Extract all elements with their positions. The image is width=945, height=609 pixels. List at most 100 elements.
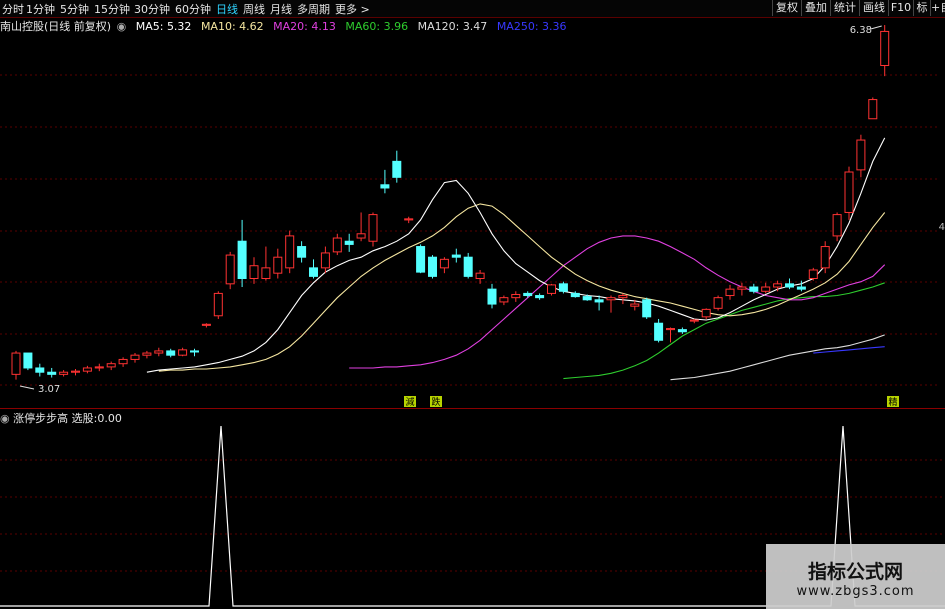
candle-body bbox=[558, 283, 568, 292]
ma60-line bbox=[563, 282, 885, 380]
candle-body bbox=[463, 256, 473, 277]
candle-body bbox=[618, 295, 628, 299]
overlay-button[interactable]: 叠加 bbox=[801, 0, 830, 16]
candle-body bbox=[285, 235, 295, 269]
tab-period-2[interactable]: 5分钟 bbox=[60, 1, 89, 17]
more-menu[interactable]: 更多 > bbox=[335, 1, 370, 17]
candle-body bbox=[439, 258, 449, 269]
candle-body bbox=[11, 352, 21, 375]
candle-body bbox=[261, 267, 271, 280]
candle-body bbox=[380, 184, 390, 189]
candle-body bbox=[511, 293, 521, 299]
statistics-button[interactable]: 统计 bbox=[830, 0, 859, 16]
candle-body bbox=[82, 367, 92, 372]
candle-body bbox=[606, 297, 616, 301]
tab-period-weekly[interactable]: 周线 bbox=[243, 1, 265, 17]
candle-body bbox=[844, 171, 854, 213]
candle-body bbox=[535, 295, 545, 299]
candle-body bbox=[178, 349, 188, 356]
watermark: 指标公式网 www.zbgs3.com bbox=[766, 544, 945, 609]
tab-period-daily[interactable]: 日线 bbox=[216, 1, 238, 17]
candle-body bbox=[35, 367, 45, 373]
tab-period-4[interactable]: 30分钟 bbox=[134, 1, 170, 17]
candle-body bbox=[451, 254, 461, 258]
f10-button[interactable]: F10 bbox=[888, 0, 913, 16]
candle-body bbox=[713, 297, 723, 309]
tab-period-0[interactable]: 分时 bbox=[2, 1, 24, 17]
price-max-pointer bbox=[870, 25, 882, 30]
candle-body bbox=[487, 288, 497, 305]
watermark-title: 指标公式网 bbox=[807, 561, 903, 583]
candle-body bbox=[475, 272, 485, 279]
candle-body bbox=[547, 284, 556, 294]
price-min-pointer bbox=[19, 385, 35, 390]
candle-body bbox=[71, 370, 80, 373]
candle-body bbox=[880, 30, 890, 67]
candle-body bbox=[368, 214, 378, 242]
add-watchlist-button[interactable]: +自选 bbox=[930, 0, 945, 16]
candle-body bbox=[297, 246, 307, 258]
candle-body bbox=[94, 366, 104, 369]
candle-body bbox=[213, 292, 223, 317]
candle-body bbox=[392, 160, 402, 178]
candle-body bbox=[785, 283, 794, 288]
watermark-url: www.zbgs3.com bbox=[796, 584, 915, 599]
candle-body bbox=[773, 283, 783, 288]
candle-body bbox=[416, 246, 426, 273]
candle-body bbox=[190, 350, 199, 353]
candle-body bbox=[344, 240, 354, 245]
signal-marker-text-1: 跌 bbox=[431, 397, 440, 408]
candle-body bbox=[630, 303, 640, 307]
candlestick-chart[interactable]: 6.38 3.07 減 跌 精 bbox=[0, 20, 940, 408]
tab-period-1[interactable]: 1分钟 bbox=[26, 1, 55, 17]
candle-body bbox=[808, 269, 818, 280]
candle-body bbox=[856, 139, 866, 171]
candle-body bbox=[677, 329, 687, 333]
candle-body bbox=[796, 286, 806, 290]
candle-body bbox=[23, 352, 33, 369]
candle-body bbox=[273, 256, 283, 274]
draw-line-button[interactable]: 画线 bbox=[859, 0, 888, 16]
candle-body bbox=[309, 267, 318, 277]
candle-body bbox=[356, 233, 366, 239]
candle-body bbox=[701, 308, 711, 318]
candle-body bbox=[725, 288, 735, 297]
candle-body bbox=[737, 286, 747, 290]
ma250-line bbox=[813, 346, 885, 354]
candle-body bbox=[582, 296, 592, 301]
ma5-line bbox=[146, 137, 886, 373]
candle-body bbox=[749, 286, 759, 292]
mark-button[interactable]: 标记 bbox=[913, 0, 930, 16]
candle-body bbox=[166, 350, 176, 356]
candle-body bbox=[570, 292, 580, 298]
candle-body bbox=[761, 286, 771, 292]
candle-body bbox=[237, 240, 247, 280]
candle-body bbox=[118, 358, 128, 365]
candle-body bbox=[689, 319, 699, 322]
candle-body bbox=[820, 246, 830, 269]
restore-rights-button[interactable]: 复权 bbox=[772, 0, 801, 16]
candle-body bbox=[523, 292, 533, 297]
signal-marker-text-2: 精 bbox=[888, 396, 897, 408]
right-edge-mark: 4 bbox=[938, 222, 945, 233]
candle-body bbox=[654, 322, 664, 341]
ma120-line bbox=[670, 334, 885, 381]
candle-body bbox=[666, 328, 675, 331]
price-min-label: 3.07 bbox=[38, 384, 60, 395]
tab-multi-period[interactable]: 多周期 bbox=[297, 1, 330, 17]
candle-body bbox=[142, 352, 152, 356]
signal-marker-text-0: 減 bbox=[405, 396, 414, 408]
pane-divider[interactable] bbox=[0, 408, 945, 409]
tab-period-3[interactable]: 15分钟 bbox=[94, 1, 130, 17]
candle-body bbox=[130, 354, 140, 360]
candle-body bbox=[642, 299, 652, 318]
candle-body bbox=[106, 363, 116, 368]
candle-body bbox=[47, 371, 57, 375]
tab-period-monthly[interactable]: 月线 bbox=[270, 1, 292, 17]
tab-period-5[interactable]: 60分钟 bbox=[175, 1, 211, 17]
candle-body bbox=[428, 256, 437, 277]
candle-body bbox=[868, 99, 878, 120]
period-toolbar: 分时 1分钟 5分钟 15分钟 30分钟 60分钟 日线 周线 月线 多周期 更… bbox=[0, 0, 945, 18]
candle-body bbox=[594, 299, 604, 303]
candle-body bbox=[404, 218, 414, 221]
